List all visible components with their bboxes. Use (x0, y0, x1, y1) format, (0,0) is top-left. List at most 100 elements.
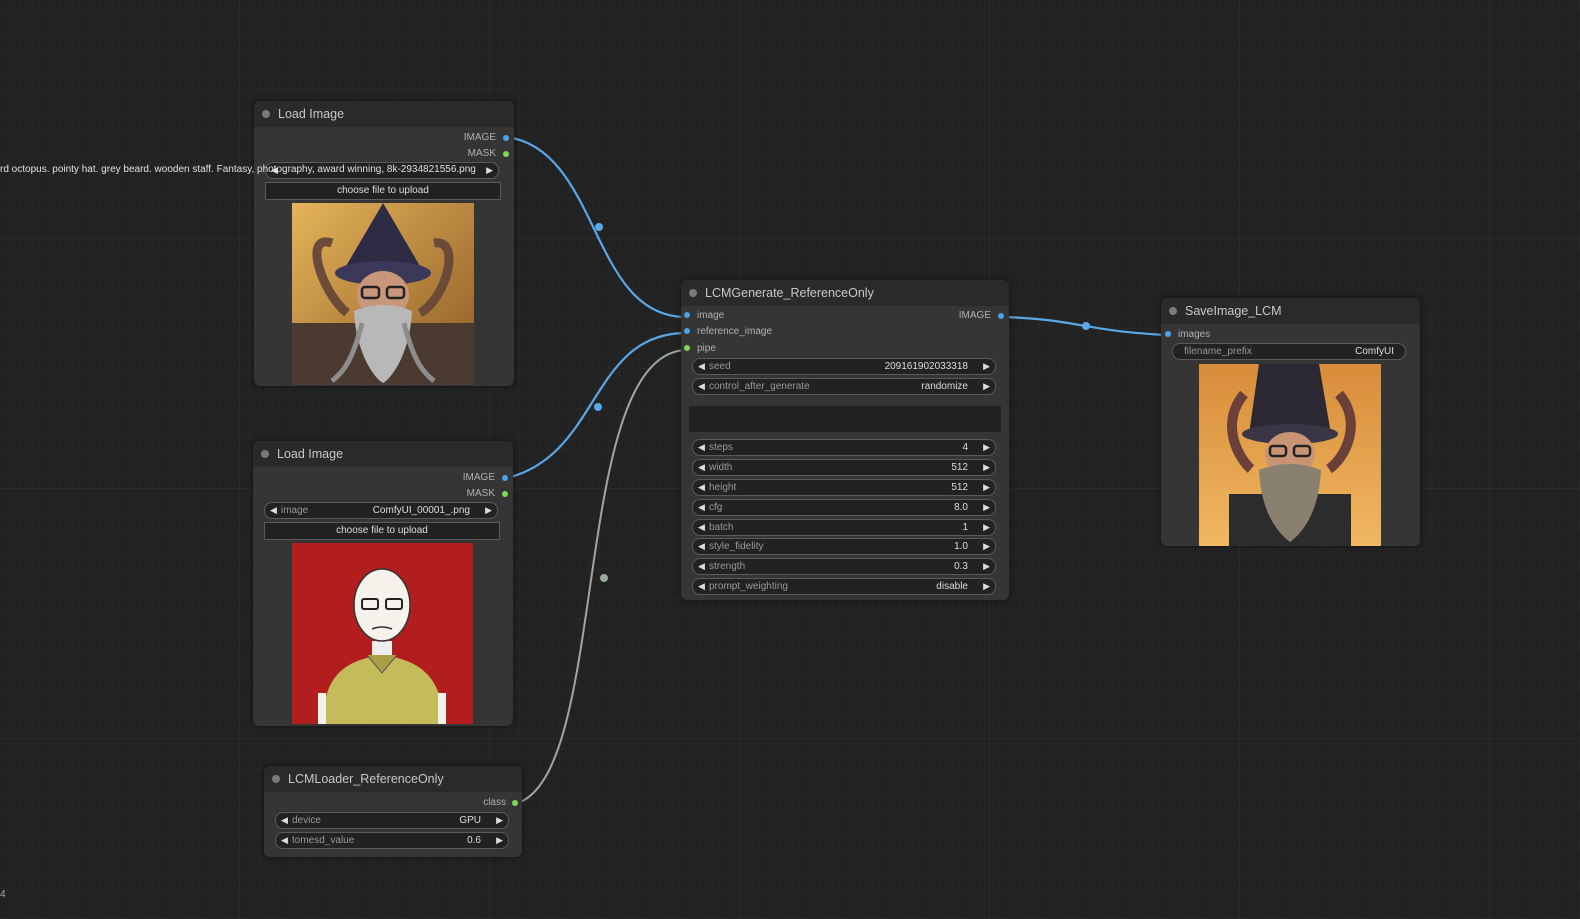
node-title: LCMGenerate_ReferenceOnly (705, 286, 874, 300)
output-slot-image[interactable] (998, 313, 1004, 319)
widget-label: steps (709, 442, 733, 453)
right-arrow-icon[interactable]: ▶ (983, 539, 990, 554)
left-arrow-icon[interactable]: ◀ (698, 520, 705, 535)
node-title-bar[interactable]: LCMGenerate_ReferenceOnly (681, 280, 1009, 306)
upload-button[interactable]: choose file to upload (264, 522, 500, 540)
right-arrow-icon[interactable]: ▶ (496, 813, 503, 828)
left-arrow-icon[interactable]: ◀ (281, 813, 288, 828)
link-midpoint[interactable] (594, 403, 602, 411)
widget-label: tomesd_value (292, 835, 355, 846)
output-slot-class[interactable] (512, 800, 518, 806)
right-arrow-icon[interactable]: ▶ (496, 833, 503, 848)
left-arrow-icon[interactable]: ◀ (270, 503, 277, 518)
right-arrow-icon[interactable]: ▶ (983, 579, 990, 594)
link-midpoint[interactable] (1082, 322, 1090, 330)
load-image-node-2[interactable]: Load Image IMAGE MASK ◀ image ComfyUI_00… (253, 441, 513, 726)
left-arrow-icon[interactable]: ◀ (698, 379, 705, 394)
upload-button[interactable]: choose file to upload (265, 182, 501, 200)
input-slot-pipe[interactable] (684, 345, 690, 351)
style-fidelity-widget[interactable]: ◀ style_fidelity 1.0 ▶ (692, 538, 996, 555)
widget-value: ComfyUI (1355, 346, 1394, 357)
right-arrow-icon[interactable]: ▶ (485, 503, 492, 518)
output-slot-mask[interactable] (503, 151, 509, 157)
widget-value: disable (936, 581, 968, 592)
output-slot-image[interactable] (503, 135, 509, 141)
left-arrow-icon[interactable]: ◀ (698, 440, 705, 455)
load-image-node-1[interactable]: Load Image IMAGE MASK ◀ ▶ choose file to… (254, 101, 514, 386)
right-arrow-icon[interactable]: ▶ (983, 440, 990, 455)
collapse-dot-icon[interactable] (1169, 307, 1177, 315)
left-arrow-icon[interactable]: ◀ (698, 579, 705, 594)
batch-widget[interactable]: ◀ batch 1 ▶ (692, 519, 996, 536)
link-midpoint[interactable] (600, 574, 608, 582)
input-label-images: images (1178, 329, 1211, 340)
preview-image (292, 203, 474, 385)
strength-widget[interactable]: ◀ strength 0.3 ▶ (692, 558, 996, 575)
output-slot-image[interactable] (502, 475, 508, 481)
save-image-node[interactable]: SaveImage_LCM images filename_prefix Com… (1161, 298, 1420, 546)
wizard-octopus-icon (292, 203, 474, 385)
right-arrow-icon[interactable]: ▶ (983, 460, 990, 475)
collapse-dot-icon[interactable] (689, 289, 697, 297)
node-title-bar[interactable]: Load Image (254, 101, 514, 127)
collapse-dot-icon[interactable] (272, 775, 280, 783)
input-slot-reference-image[interactable] (684, 328, 690, 334)
right-arrow-icon[interactable]: ▶ (983, 500, 990, 515)
left-arrow-icon[interactable]: ◀ (281, 833, 288, 848)
widget-value: 512 (951, 482, 968, 493)
corner-counter: 4 (0, 889, 6, 900)
output-slot-mask[interactable] (502, 491, 508, 497)
widget-label: height (709, 482, 737, 493)
man-cartoon-icon (318, 568, 446, 724)
device-widget[interactable]: ◀ device GPU ▶ (275, 812, 509, 829)
lcm-generate-node[interactable]: LCMGenerate_ReferenceOnly image referenc… (681, 280, 1009, 600)
left-arrow-icon[interactable]: ◀ (698, 500, 705, 515)
seed-widget[interactable]: ◀ seed 209161902033318 ▶ (692, 358, 996, 375)
height-widget[interactable]: ◀ height 512 ▶ (692, 479, 996, 496)
widget-value: 4 (962, 442, 968, 453)
output-label-image: IMAGE (462, 472, 495, 483)
node-title-bar[interactable]: SaveImage_LCM (1161, 298, 1420, 324)
right-arrow-icon[interactable]: ▶ (983, 520, 990, 535)
widget-value: 1.0 (954, 541, 968, 552)
widget-value: 0.3 (954, 561, 968, 572)
node-title: SaveImage_LCM (1185, 304, 1282, 318)
collapse-dot-icon[interactable] (261, 450, 269, 458)
right-arrow-icon[interactable]: ▶ (983, 480, 990, 495)
output-label-mask: MASK (466, 488, 495, 499)
control-after-generate-widget[interactable]: ◀ control_after_generate randomize ▶ (692, 378, 996, 395)
right-arrow-icon[interactable]: ▶ (983, 379, 990, 394)
image-select-widget[interactable]: ◀ image ComfyUI_00001_.png ▶ (264, 502, 498, 519)
steps-widget[interactable]: ◀ steps 4 ▶ (692, 439, 996, 456)
input-slot-images[interactable] (1165, 331, 1171, 337)
left-arrow-icon[interactable]: ◀ (698, 460, 705, 475)
node-title-bar[interactable]: LCMLoader_ReferenceOnly (264, 766, 522, 792)
right-arrow-icon[interactable]: ▶ (486, 163, 493, 178)
widget-label: seed (709, 361, 731, 372)
widget-value: randomize (921, 381, 968, 392)
filename-prefix-widget[interactable]: filename_prefix ComfyUI (1172, 343, 1406, 360)
link-midpoint[interactable] (595, 223, 603, 231)
right-arrow-icon[interactable]: ▶ (983, 559, 990, 574)
node-title-bar[interactable]: Load Image (253, 441, 513, 467)
widget-label: cfg (709, 502, 723, 513)
prompt-weighting-widget[interactable]: ◀ prompt_weighting disable ▶ (692, 578, 996, 595)
lcm-loader-node[interactable]: LCMLoader_ReferenceOnly class ◀ device G… (264, 766, 522, 857)
left-arrow-icon[interactable]: ◀ (698, 359, 705, 374)
collapse-dot-icon[interactable] (262, 110, 270, 118)
tomesd-widget[interactable]: ◀ tomesd_value 0.6 ▶ (275, 832, 509, 849)
left-arrow-icon[interactable]: ◀ (698, 480, 705, 495)
output-label-mask: MASK (467, 148, 496, 159)
widget-label: batch (709, 522, 734, 533)
preview-image (292, 543, 473, 724)
left-arrow-icon[interactable]: ◀ (698, 539, 705, 554)
widget-label: control_after_generate (709, 381, 810, 392)
right-arrow-icon[interactable]: ▶ (983, 359, 990, 374)
left-arrow-icon[interactable]: ◀ (698, 559, 705, 574)
filename-overflow-text: rd octopus. pointy hat. grey beard. wood… (0, 164, 476, 175)
prompt-textarea[interactable] (689, 406, 1001, 432)
width-widget[interactable]: ◀ width 512 ▶ (692, 459, 996, 476)
widget-value: 209161902033318 (884, 361, 968, 372)
cfg-widget[interactable]: ◀ cfg 8.0 ▶ (692, 499, 996, 516)
input-slot-image[interactable] (684, 312, 690, 318)
